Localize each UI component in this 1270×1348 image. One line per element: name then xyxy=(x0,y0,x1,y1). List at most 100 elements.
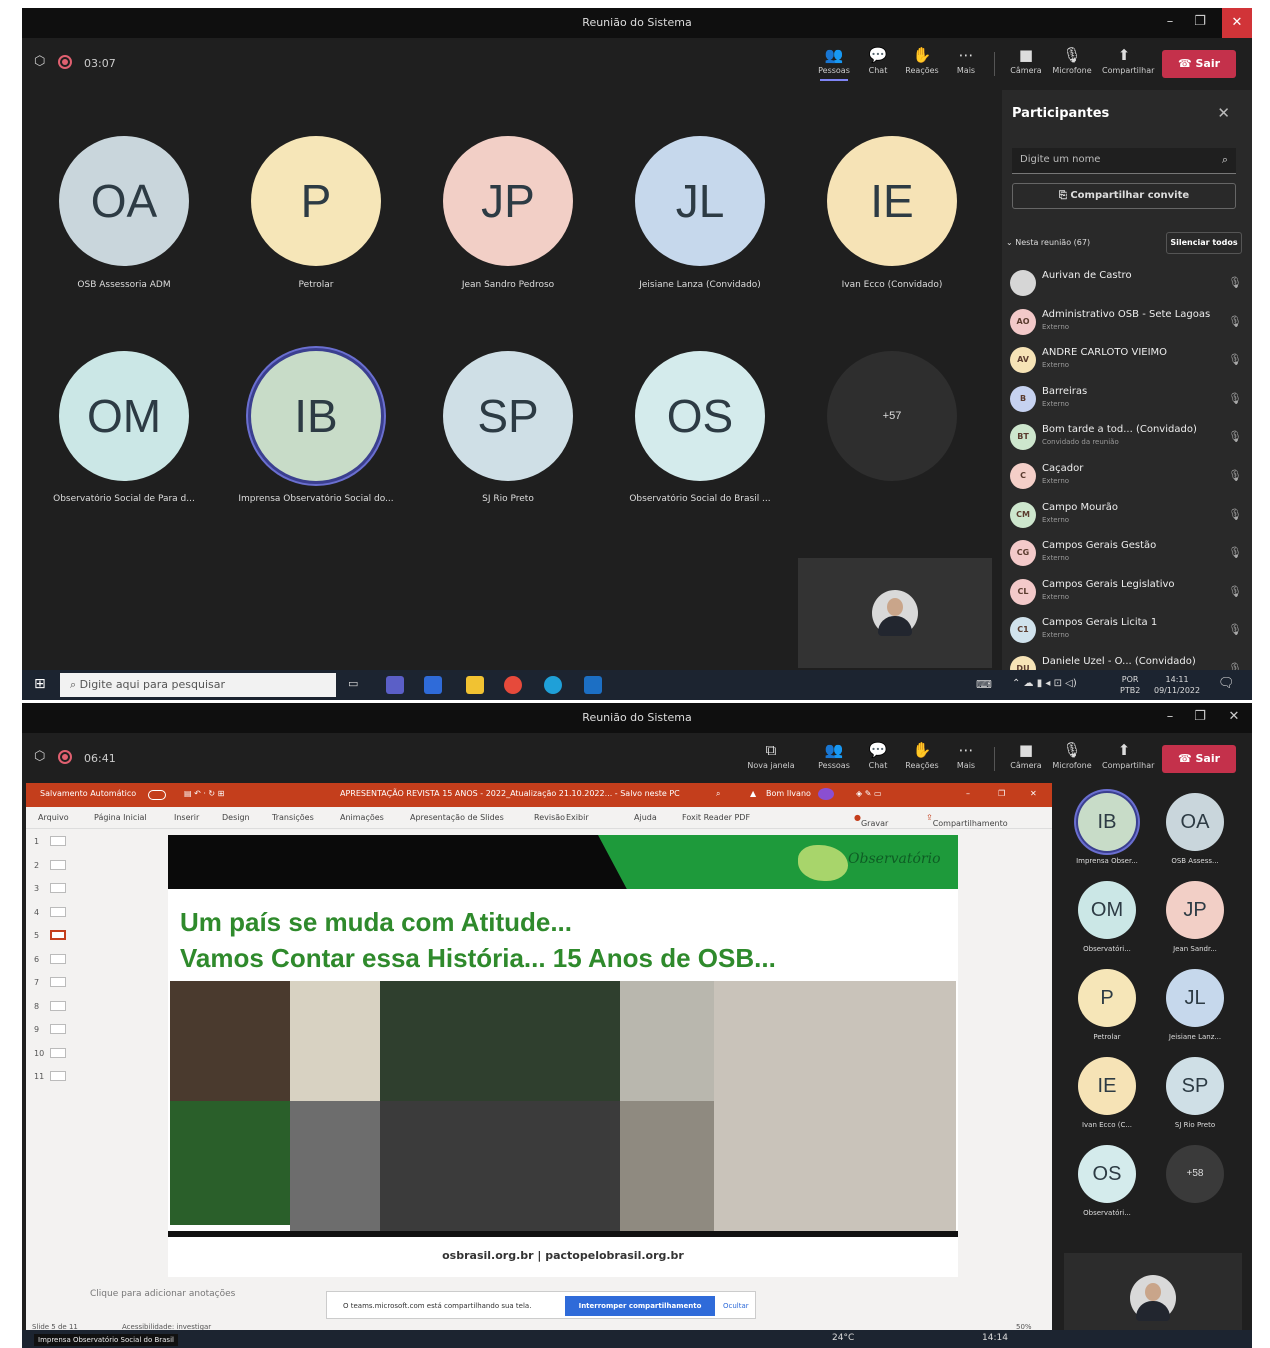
slide-thumbnail[interactable] xyxy=(50,859,66,870)
overflow-participants[interactable]: +57 xyxy=(827,351,957,481)
participant-avatar[interactable]: OM xyxy=(59,351,189,481)
share-button[interactable]: ⬆ Compartilhar xyxy=(1102,741,1154,770)
participant-row[interactable]: AV ANDRE CARLOTO VIEIMO Externo 🎙 xyxy=(1010,341,1246,379)
camera-button[interactable]: ■ Câmera xyxy=(1004,741,1048,770)
slide-thumbnail[interactable] xyxy=(50,1047,66,1058)
keyboard-icon[interactable]: ⌨ xyxy=(976,678,992,691)
participant-row[interactable]: CL Campos Gerais Legislativo Externo 🎙 xyxy=(1010,573,1246,611)
ribbon-tab[interactable]: Exibir xyxy=(566,813,589,822)
gallery-avatar[interactable]: OM xyxy=(1078,881,1136,939)
gallery-avatar[interactable]: OA xyxy=(1166,793,1224,851)
autosave-toggle[interactable]: Salvamento Automático xyxy=(40,789,136,798)
microphone-button[interactable]: 🎙 Microfone xyxy=(1050,741,1094,770)
user-avatar[interactable] xyxy=(818,788,834,800)
gallery-avatar[interactable]: IE xyxy=(1078,1057,1136,1115)
windows-start-icon[interactable]: ⊞ xyxy=(34,676,46,692)
slide-thumbnail[interactable] xyxy=(50,1000,66,1011)
minimize-icon[interactable]: – xyxy=(1158,14,1182,29)
ribbon-tab[interactable]: Foxit Reader PDF xyxy=(682,813,750,822)
slide-thumbnail[interactable] xyxy=(50,836,66,846)
ribbon-tab[interactable]: Design xyxy=(222,813,250,822)
close-icon[interactable]: ✕ xyxy=(1222,8,1252,38)
participant-avatar[interactable]: OA xyxy=(59,136,189,266)
people-button[interactable]: 👥 Pessoas xyxy=(812,46,856,81)
camera-button[interactable]: ■ Câmera xyxy=(1004,46,1048,75)
edge-icon[interactable] xyxy=(544,676,562,694)
more-button[interactable]: ⋯ Mais xyxy=(944,46,988,75)
ribbon-tab[interactable]: Animações xyxy=(340,813,384,822)
chrome-icon[interactable] xyxy=(504,676,522,694)
ribbon-tab[interactable]: Apresentação de Slides xyxy=(410,813,504,822)
system-tray-icons[interactable]: ⌃ ☁ ▮ ◂ ⊡ ◁) xyxy=(1012,678,1077,689)
maximize-icon[interactable]: ❐ xyxy=(998,789,1005,798)
search-icon[interactable]: ⌕ xyxy=(716,789,720,799)
slide-thumbnail[interactable] xyxy=(50,977,66,987)
participant-avatar[interactable]: JP xyxy=(443,136,573,266)
slide-thumbnail[interactable] xyxy=(50,1024,66,1034)
close-icon[interactable]: ✕ xyxy=(1217,104,1230,122)
chat-button[interactable]: 💬 Chat xyxy=(856,46,900,75)
chat-button[interactable]: 💬 Chat xyxy=(856,741,900,770)
maximize-icon[interactable]: ❐ xyxy=(1188,14,1212,29)
share-button[interactable]: ⬆ Compartilhar xyxy=(1102,46,1154,75)
notifications-icon[interactable]: 🗨 xyxy=(1218,676,1235,691)
participant-avatar[interactable]: P xyxy=(251,136,381,266)
slide-thumbnail[interactable] xyxy=(50,883,66,893)
participant-row[interactable]: B Barreiras Externo 🎙 xyxy=(1010,380,1246,418)
reactions-button[interactable]: ✋ Reações xyxy=(900,741,944,770)
ribbon-tab[interactable]: Arquivo xyxy=(38,813,69,822)
participant-avatar[interactable]: JL xyxy=(635,136,765,266)
participant-avatar[interactable]: IE xyxy=(827,136,957,266)
leave-button[interactable]: ☎ Sair xyxy=(1162,745,1236,773)
gallery-avatar[interactable]: SP xyxy=(1166,1057,1224,1115)
participant-row[interactable]: CG Campos Gerais Gestão Externo 🎙 xyxy=(1010,534,1246,572)
task-view-icon[interactable]: ▭ xyxy=(348,677,358,690)
participant-row[interactable]: C1 Campos Gerais Licita 1 Externo 🎙 xyxy=(1010,611,1246,649)
participant-avatar[interactable]: SP xyxy=(443,351,573,481)
ribbon-tab[interactable]: Revisão xyxy=(534,813,565,822)
participant-row[interactable]: CM Campo Mourão Externo 🎙 xyxy=(1010,496,1246,534)
close-icon[interactable]: ✕ xyxy=(1030,789,1037,798)
maximize-icon[interactable]: ❐ xyxy=(1188,709,1212,724)
participant-avatar[interactable]: OS xyxy=(635,351,765,481)
reactions-button[interactable]: ✋ Reações xyxy=(900,46,944,75)
participant-row[interactable]: AO Administrativo OSB - Sete Lagoas Extern… xyxy=(1010,303,1246,341)
taskbar-search[interactable]: ⌕ Digite aqui para pesquisar xyxy=(60,673,336,697)
weather-indicator[interactable]: 24°C xyxy=(832,1333,854,1343)
ribbon-tab[interactable]: Inserir xyxy=(174,813,199,822)
outlook-icon[interactable] xyxy=(584,676,602,694)
taskbar-clock[interactable]: 14:14 xyxy=(982,1333,1008,1343)
participant-avatar-speaking[interactable]: IB xyxy=(251,351,381,481)
minimize-icon[interactable]: – xyxy=(966,789,970,798)
record-button[interactable]: ● Gravar xyxy=(854,813,888,828)
participant-row[interactable]: BT Bom tarde a tod... (Convidado) Convidad… xyxy=(1010,418,1246,456)
skype-taskbar-icon[interactable] xyxy=(424,676,442,694)
leave-button[interactable]: ☎ Sair xyxy=(1162,50,1236,78)
autosave-switch[interactable] xyxy=(148,790,166,800)
quick-access-icons[interactable]: ▤ ↶ · ↻ ⊞ xyxy=(184,789,224,798)
microphone-button[interactable]: 🎙 Microfone xyxy=(1050,46,1094,75)
gallery-avatar[interactable]: P xyxy=(1078,969,1136,1027)
ribbon-tab[interactable]: Página Inicial xyxy=(94,813,147,822)
in-meeting-header[interactable]: ⌄ Nesta reunião (67) xyxy=(1006,238,1090,247)
gallery-avatar[interactable]: JL xyxy=(1166,969,1224,1027)
file-explorer-icon[interactable] xyxy=(466,676,484,694)
slide-thumbnail[interactable] xyxy=(50,930,66,940)
ribbon-toggle-icons[interactable]: ◈ ✎ ▭ xyxy=(856,789,882,798)
gallery-avatar[interactable]: JP xyxy=(1166,881,1224,939)
ribbon-tab[interactable]: Ajuda xyxy=(634,813,657,822)
share-invite-button[interactable]: ⎘ Compartilhar convite xyxy=(1012,183,1236,209)
notes-field[interactable]: Clique para adicionar anotações xyxy=(90,1289,235,1299)
ribbon-tab[interactable]: Transições xyxy=(272,813,314,822)
teams-taskbar-icon[interactable] xyxy=(386,676,404,694)
language-indicator[interactable]: POR PTB2 xyxy=(1120,674,1140,696)
participant-row[interactable]: C Caçador Externo 🎙 xyxy=(1010,457,1246,495)
user-name[interactable]: Bom Ilvano xyxy=(766,789,811,798)
people-button[interactable]: 👥 Pessoas xyxy=(812,741,856,770)
gallery-avatar[interactable]: OS xyxy=(1078,1145,1136,1203)
gallery-avatar[interactable]: IB xyxy=(1078,793,1136,851)
more-button[interactable]: ⋯ Mais xyxy=(944,741,988,770)
slide-thumbnail[interactable] xyxy=(50,1071,66,1081)
share-ppt-button[interactable]: ⇪ Compartilhamento xyxy=(926,813,1008,828)
hide-banner-button[interactable]: Ocultar xyxy=(723,1302,749,1310)
